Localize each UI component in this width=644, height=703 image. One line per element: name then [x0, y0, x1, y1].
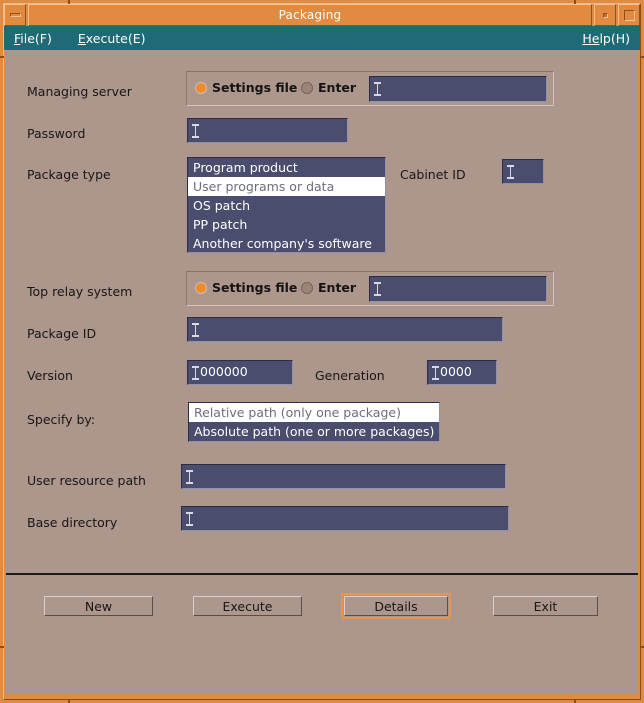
- form-panel: Managing server Settings file Enter Pass…: [6, 50, 638, 572]
- new-button[interactable]: New: [44, 596, 153, 616]
- text-caret-icon: [186, 511, 193, 526]
- resize-handle-bottom-right[interactable]: [574, 699, 576, 703]
- label-cabinet-id: Cabinet ID: [400, 167, 466, 182]
- user-resource-path-input[interactable]: [181, 464, 506, 489]
- specify-by-listbox[interactable]: Relative path (only one package) Absolut…: [188, 402, 440, 442]
- list-item[interactable]: OS patch: [188, 196, 385, 215]
- window-menu-button[interactable]: [4, 4, 26, 26]
- label-package-id: Package ID: [27, 326, 97, 341]
- window-menu-icon: [9, 13, 21, 17]
- radio-label-settings-file: Settings file: [212, 280, 298, 295]
- package-id-input[interactable]: [187, 317, 503, 342]
- list-item[interactable]: Relative path (only one package): [189, 403, 439, 422]
- label-user-resource-path: User resource path: [27, 473, 146, 488]
- text-caret-icon: [374, 82, 381, 96]
- maximize-button[interactable]: [618, 4, 640, 26]
- minimize-icon: [602, 12, 608, 18]
- client-area: Managing server Settings file Enter Pass…: [6, 50, 638, 694]
- menu-bar: File(F) Execute(E) Help(H): [4, 26, 640, 50]
- managing-server-input[interactable]: [369, 76, 547, 102]
- list-item[interactable]: PP patch: [188, 215, 385, 234]
- radio-icon-selected: [195, 282, 207, 295]
- top-relay-system-input[interactable]: [369, 276, 547, 302]
- action-button-panel: New Execute Details Exit: [6, 573, 638, 694]
- text-caret-icon: [192, 123, 199, 138]
- text-caret-icon: [192, 365, 199, 380]
- text-caret-icon: [432, 365, 439, 380]
- exit-button[interactable]: Exit: [493, 596, 598, 616]
- label-package-type: Package type: [27, 167, 111, 182]
- radio-managing-server-enter[interactable]: Enter: [301, 80, 357, 95]
- label-base-directory: Base directory: [27, 515, 118, 530]
- execute-button[interactable]: Execute: [193, 596, 302, 616]
- resize-handle-right-bottom[interactable]: [640, 646, 644, 648]
- radio-label-enter: Enter: [318, 280, 357, 295]
- title-bar: Packaging: [4, 4, 640, 26]
- text-caret-icon: [192, 322, 199, 337]
- list-item[interactable]: User programs or data: [188, 177, 385, 196]
- menu-help-label: lp(H): [599, 30, 630, 46]
- label-managing-server: Managing server: [27, 84, 132, 99]
- cabinet-id-input[interactable]: [502, 159, 544, 184]
- radio-top-relay-enter[interactable]: Enter: [301, 280, 357, 295]
- label-specify-by: Specify by:: [27, 412, 96, 427]
- top-relay-system-group: Settings file Enter: [186, 271, 554, 306]
- generation-value: 0000: [440, 364, 472, 380]
- package-type-listbox[interactable]: Program product User programs or data OS…: [187, 157, 386, 253]
- version-value: 000000: [200, 364, 248, 380]
- title-bar-caption: Packaging: [28, 4, 592, 26]
- radio-managing-server-settings-file[interactable]: Settings file: [195, 80, 298, 95]
- radio-top-relay-settings-file[interactable]: Settings file: [195, 280, 298, 295]
- text-caret-icon: [507, 164, 514, 179]
- menu-execute-label: xecute(E): [85, 30, 146, 46]
- base-directory-input[interactable]: [181, 506, 509, 531]
- password-input[interactable]: [187, 118, 348, 143]
- resize-handle-right-top[interactable]: [640, 56, 644, 58]
- label-password: Password: [27, 126, 86, 141]
- label-top-relay-system: Top relay system: [27, 284, 133, 299]
- label-version: Version: [27, 368, 73, 383]
- generation-input[interactable]: 0000: [427, 360, 497, 385]
- window-title: Packaging: [278, 8, 342, 22]
- version-input[interactable]: 000000: [187, 360, 293, 385]
- menu-help-mnemonic: He: [582, 30, 600, 46]
- packaging-window: Packaging File(F) Execute(E) Help(H) Man…: [0, 0, 644, 703]
- menu-execute-mnemonic: E: [77, 30, 86, 46]
- radio-icon-unselected: [301, 82, 313, 95]
- details-button[interactable]: Details: [341, 593, 451, 619]
- text-caret-icon: [186, 469, 193, 484]
- radio-label-settings-file: Settings file: [212, 80, 298, 95]
- minimize-button[interactable]: [594, 4, 616, 26]
- menu-item-execute[interactable]: Execute(E): [78, 31, 146, 46]
- radio-label-enter: Enter: [318, 80, 357, 95]
- managing-server-group: Settings file Enter: [186, 71, 554, 106]
- text-caret-icon: [374, 282, 381, 296]
- resize-handle-left-top[interactable]: [0, 56, 4, 58]
- resize-handle-bottom-left[interactable]: [68, 699, 70, 703]
- list-item[interactable]: Program product: [188, 158, 385, 177]
- menu-file-label: ile(F): [20, 30, 52, 46]
- radio-icon-unselected: [301, 282, 313, 295]
- resize-handle-left-bottom[interactable]: [0, 646, 4, 648]
- maximize-icon: [623, 9, 635, 21]
- list-item[interactable]: Absolute path (one or more packages): [189, 422, 439, 441]
- radio-icon-selected: [195, 82, 207, 95]
- menu-item-file[interactable]: File(F): [14, 31, 52, 46]
- label-generation: Generation: [315, 368, 385, 383]
- menu-item-help[interactable]: Help(H): [582, 31, 630, 46]
- list-item[interactable]: Another company's software: [188, 234, 385, 252]
